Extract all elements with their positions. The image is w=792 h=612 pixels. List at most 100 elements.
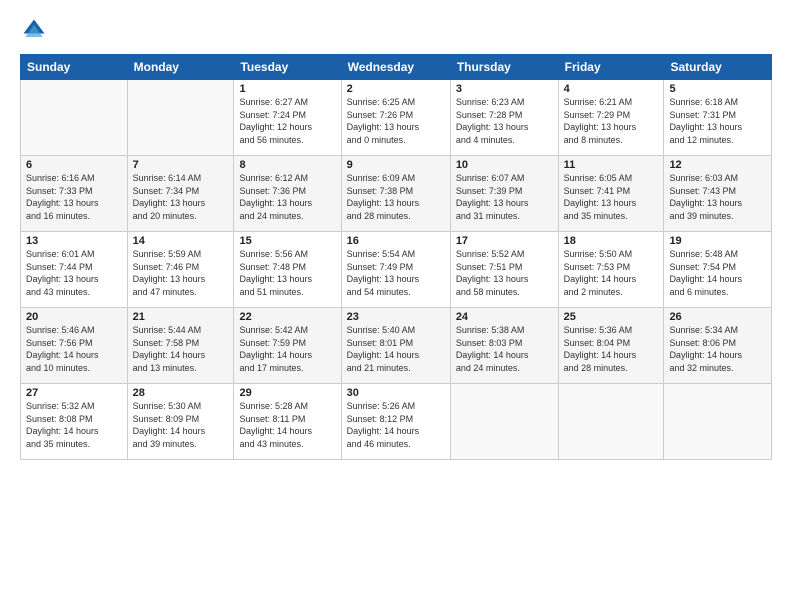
calendar-cell (664, 384, 772, 460)
calendar-cell: 23Sunrise: 5:40 AM Sunset: 8:01 PM Dayli… (341, 308, 450, 384)
day-number: 25 (564, 311, 659, 323)
day-info: Sunrise: 6:18 AM Sunset: 7:31 PM Dayligh… (669, 96, 766, 146)
page-header (20, 16, 772, 44)
calendar-cell: 1Sunrise: 6:27 AM Sunset: 7:24 PM Daylig… (234, 80, 341, 156)
weekday-header-tuesday: Tuesday (234, 55, 341, 80)
calendar-cell: 14Sunrise: 5:59 AM Sunset: 7:46 PM Dayli… (127, 232, 234, 308)
weekday-header-sunday: Sunday (21, 55, 128, 80)
day-info: Sunrise: 5:46 AM Sunset: 7:56 PM Dayligh… (26, 324, 122, 374)
day-info: Sunrise: 5:36 AM Sunset: 8:04 PM Dayligh… (564, 324, 659, 374)
day-info: Sunrise: 5:50 AM Sunset: 7:53 PM Dayligh… (564, 248, 659, 298)
weekday-header-wednesday: Wednesday (341, 55, 450, 80)
day-number: 22 (239, 311, 335, 323)
calendar-cell: 30Sunrise: 5:26 AM Sunset: 8:12 PM Dayli… (341, 384, 450, 460)
calendar-cell: 17Sunrise: 5:52 AM Sunset: 7:51 PM Dayli… (450, 232, 558, 308)
calendar-cell: 24Sunrise: 5:38 AM Sunset: 8:03 PM Dayli… (450, 308, 558, 384)
day-number: 29 (239, 387, 335, 399)
day-number: 14 (133, 235, 229, 247)
logo-icon (20, 16, 48, 44)
day-number: 9 (347, 159, 445, 171)
day-info: Sunrise: 6:21 AM Sunset: 7:29 PM Dayligh… (564, 96, 659, 146)
day-info: Sunrise: 6:25 AM Sunset: 7:26 PM Dayligh… (347, 96, 445, 146)
day-number: 17 (456, 235, 553, 247)
day-number: 7 (133, 159, 229, 171)
calendar-cell: 12Sunrise: 6:03 AM Sunset: 7:43 PM Dayli… (664, 156, 772, 232)
day-number: 23 (347, 311, 445, 323)
day-info: Sunrise: 6:14 AM Sunset: 7:34 PM Dayligh… (133, 172, 229, 222)
day-number: 28 (133, 387, 229, 399)
day-info: Sunrise: 5:44 AM Sunset: 7:58 PM Dayligh… (133, 324, 229, 374)
day-number: 8 (239, 159, 335, 171)
calendar-cell: 11Sunrise: 6:05 AM Sunset: 7:41 PM Dayli… (558, 156, 664, 232)
calendar-cell (21, 80, 128, 156)
day-number: 27 (26, 387, 122, 399)
day-number: 3 (456, 83, 553, 95)
calendar-cell: 16Sunrise: 5:54 AM Sunset: 7:49 PM Dayli… (341, 232, 450, 308)
day-number: 10 (456, 159, 553, 171)
day-number: 26 (669, 311, 766, 323)
weekday-header-row: SundayMondayTuesdayWednesdayThursdayFrid… (21, 55, 772, 80)
weekday-header-saturday: Saturday (664, 55, 772, 80)
day-info: Sunrise: 5:56 AM Sunset: 7:48 PM Dayligh… (239, 248, 335, 298)
day-info: Sunrise: 6:27 AM Sunset: 7:24 PM Dayligh… (239, 96, 335, 146)
calendar-cell: 4Sunrise: 6:21 AM Sunset: 7:29 PM Daylig… (558, 80, 664, 156)
weekday-header-friday: Friday (558, 55, 664, 80)
calendar-cell: 21Sunrise: 5:44 AM Sunset: 7:58 PM Dayli… (127, 308, 234, 384)
calendar-cell (127, 80, 234, 156)
calendar-week-row: 13Sunrise: 6:01 AM Sunset: 7:44 PM Dayli… (21, 232, 772, 308)
calendar-cell: 9Sunrise: 6:09 AM Sunset: 7:38 PM Daylig… (341, 156, 450, 232)
day-info: Sunrise: 6:07 AM Sunset: 7:39 PM Dayligh… (456, 172, 553, 222)
day-number: 11 (564, 159, 659, 171)
calendar-cell: 26Sunrise: 5:34 AM Sunset: 8:06 PM Dayli… (664, 308, 772, 384)
calendar-cell: 22Sunrise: 5:42 AM Sunset: 7:59 PM Dayli… (234, 308, 341, 384)
calendar-cell: 13Sunrise: 6:01 AM Sunset: 7:44 PM Dayli… (21, 232, 128, 308)
calendar-week-row: 20Sunrise: 5:46 AM Sunset: 7:56 PM Dayli… (21, 308, 772, 384)
calendar-cell: 8Sunrise: 6:12 AM Sunset: 7:36 PM Daylig… (234, 156, 341, 232)
calendar-week-row: 6Sunrise: 6:16 AM Sunset: 7:33 PM Daylig… (21, 156, 772, 232)
day-info: Sunrise: 5:28 AM Sunset: 8:11 PM Dayligh… (239, 400, 335, 450)
day-number: 16 (347, 235, 445, 247)
day-number: 4 (564, 83, 659, 95)
day-info: Sunrise: 6:03 AM Sunset: 7:43 PM Dayligh… (669, 172, 766, 222)
calendar-table: SundayMondayTuesdayWednesdayThursdayFrid… (20, 54, 772, 460)
day-info: Sunrise: 6:23 AM Sunset: 7:28 PM Dayligh… (456, 96, 553, 146)
calendar-cell: 25Sunrise: 5:36 AM Sunset: 8:04 PM Dayli… (558, 308, 664, 384)
calendar-cell: 27Sunrise: 5:32 AM Sunset: 8:08 PM Dayli… (21, 384, 128, 460)
day-info: Sunrise: 6:12 AM Sunset: 7:36 PM Dayligh… (239, 172, 335, 222)
day-number: 24 (456, 311, 553, 323)
calendar-cell: 19Sunrise: 5:48 AM Sunset: 7:54 PM Dayli… (664, 232, 772, 308)
day-info: Sunrise: 5:42 AM Sunset: 7:59 PM Dayligh… (239, 324, 335, 374)
day-info: Sunrise: 5:59 AM Sunset: 7:46 PM Dayligh… (133, 248, 229, 298)
calendar-week-row: 27Sunrise: 5:32 AM Sunset: 8:08 PM Dayli… (21, 384, 772, 460)
day-info: Sunrise: 5:30 AM Sunset: 8:09 PM Dayligh… (133, 400, 229, 450)
calendar-cell: 2Sunrise: 6:25 AM Sunset: 7:26 PM Daylig… (341, 80, 450, 156)
day-info: Sunrise: 5:54 AM Sunset: 7:49 PM Dayligh… (347, 248, 445, 298)
day-info: Sunrise: 6:16 AM Sunset: 7:33 PM Dayligh… (26, 172, 122, 222)
day-number: 18 (564, 235, 659, 247)
calendar-cell: 15Sunrise: 5:56 AM Sunset: 7:48 PM Dayli… (234, 232, 341, 308)
day-info: Sunrise: 5:34 AM Sunset: 8:06 PM Dayligh… (669, 324, 766, 374)
day-info: Sunrise: 6:01 AM Sunset: 7:44 PM Dayligh… (26, 248, 122, 298)
day-number: 15 (239, 235, 335, 247)
calendar-cell: 18Sunrise: 5:50 AM Sunset: 7:53 PM Dayli… (558, 232, 664, 308)
day-number: 5 (669, 83, 766, 95)
calendar-cell: 20Sunrise: 5:46 AM Sunset: 7:56 PM Dayli… (21, 308, 128, 384)
day-number: 20 (26, 311, 122, 323)
day-info: Sunrise: 6:09 AM Sunset: 7:38 PM Dayligh… (347, 172, 445, 222)
day-number: 19 (669, 235, 766, 247)
day-number: 6 (26, 159, 122, 171)
calendar-cell: 7Sunrise: 6:14 AM Sunset: 7:34 PM Daylig… (127, 156, 234, 232)
weekday-header-monday: Monday (127, 55, 234, 80)
day-number: 12 (669, 159, 766, 171)
calendar-cell: 6Sunrise: 6:16 AM Sunset: 7:33 PM Daylig… (21, 156, 128, 232)
calendar-cell: 5Sunrise: 6:18 AM Sunset: 7:31 PM Daylig… (664, 80, 772, 156)
day-info: Sunrise: 5:40 AM Sunset: 8:01 PM Dayligh… (347, 324, 445, 374)
day-info: Sunrise: 5:26 AM Sunset: 8:12 PM Dayligh… (347, 400, 445, 450)
calendar-cell (450, 384, 558, 460)
day-info: Sunrise: 5:48 AM Sunset: 7:54 PM Dayligh… (669, 248, 766, 298)
calendar-cell: 3Sunrise: 6:23 AM Sunset: 7:28 PM Daylig… (450, 80, 558, 156)
calendar-cell: 29Sunrise: 5:28 AM Sunset: 8:11 PM Dayli… (234, 384, 341, 460)
calendar-cell (558, 384, 664, 460)
calendar-cell: 10Sunrise: 6:07 AM Sunset: 7:39 PM Dayli… (450, 156, 558, 232)
weekday-header-thursday: Thursday (450, 55, 558, 80)
